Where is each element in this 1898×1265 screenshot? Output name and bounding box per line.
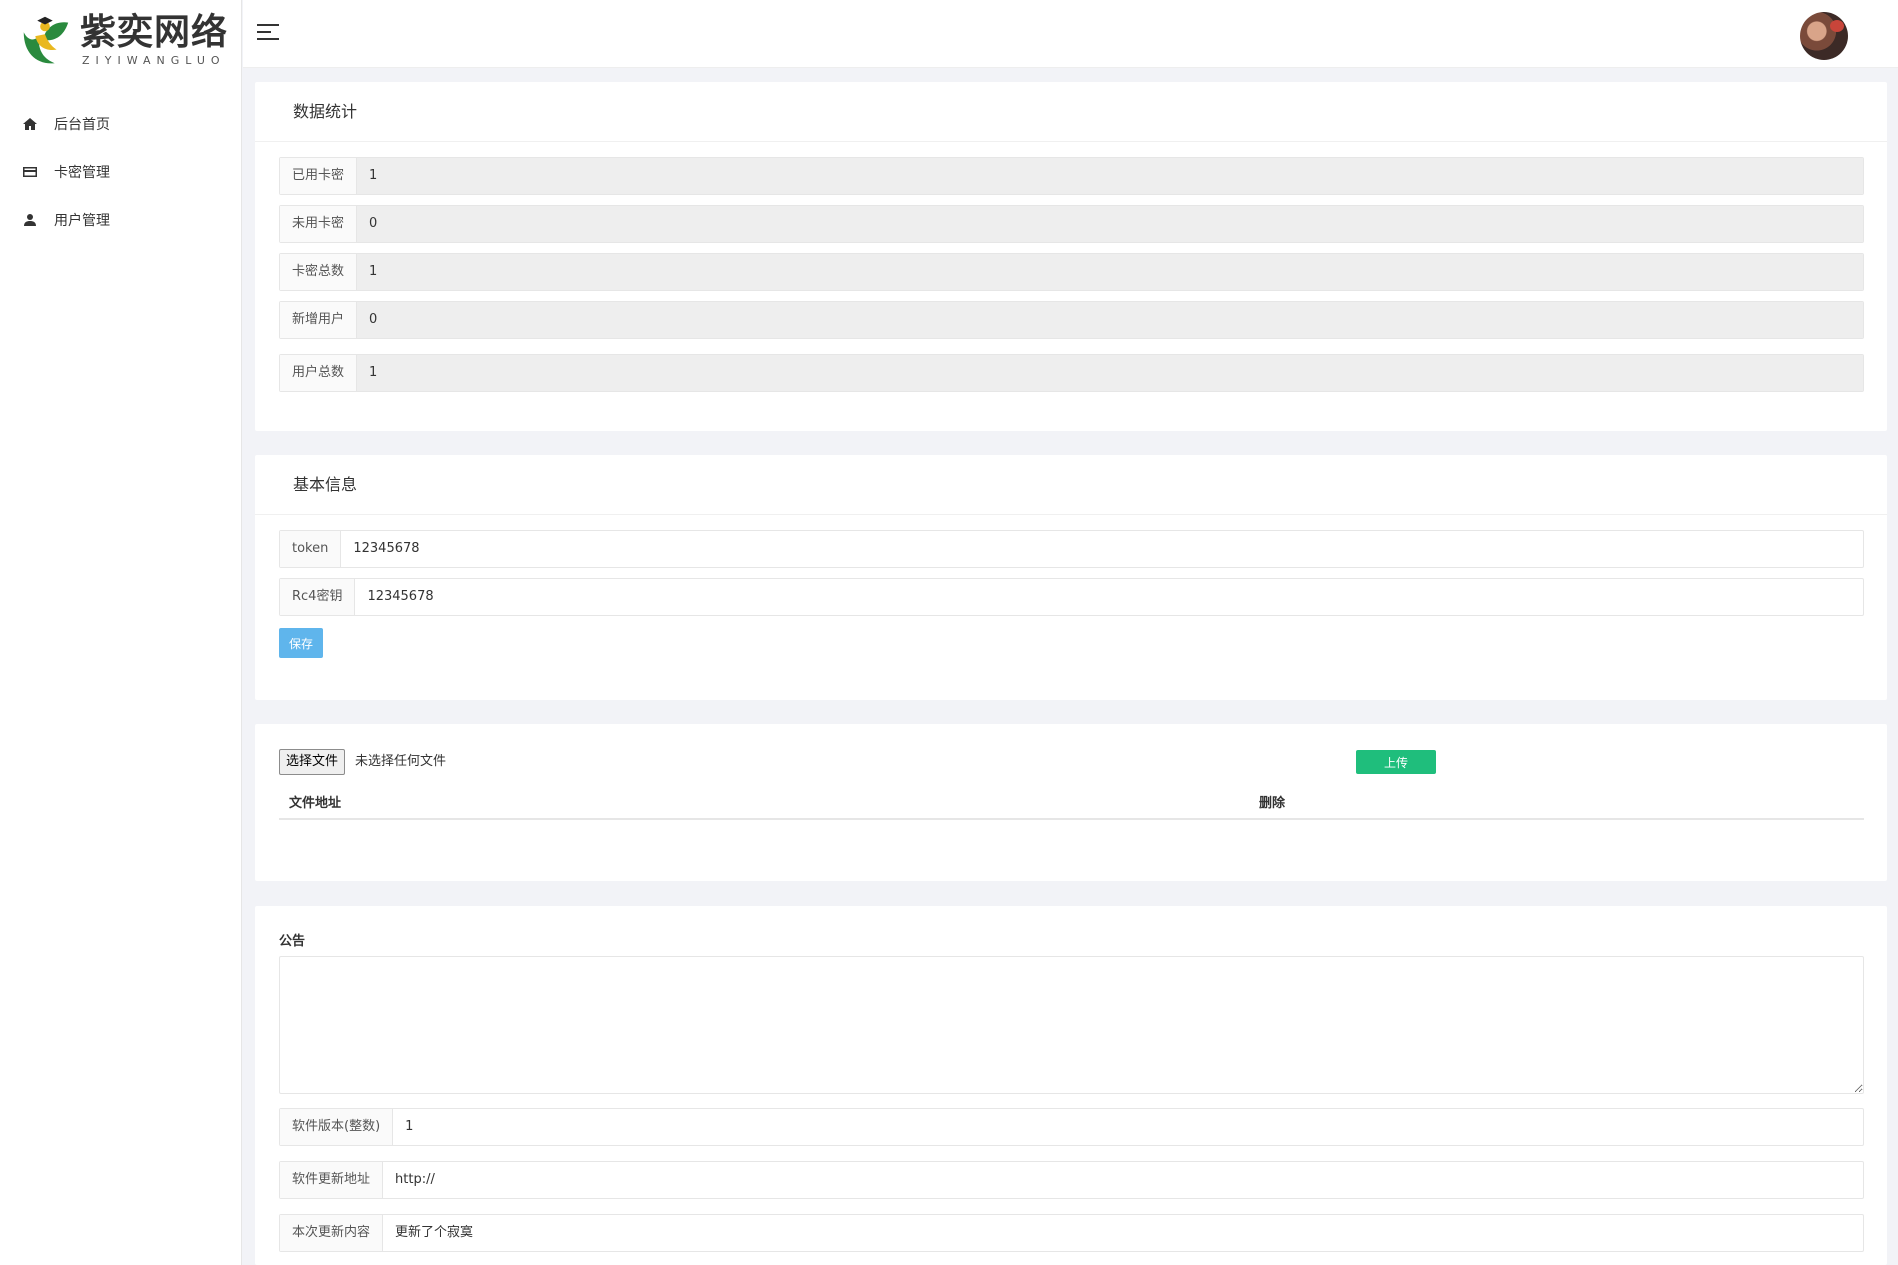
top-header (243, 0, 1898, 68)
sidebar-nav: 后台首页 卡密管理 用户管理 (0, 100, 241, 244)
notice-textarea[interactable] (279, 956, 1864, 1094)
sidebar-item-cards[interactable]: 卡密管理 (0, 148, 241, 196)
notice-label: 公告 (279, 934, 306, 949)
sidebar-item-label: 后台首页 (54, 117, 110, 133)
stats-title: 数据统计 (255, 82, 1887, 142)
update-content-field[interactable]: 本次更新内容 更新了个寂寞 (279, 1214, 1864, 1252)
version-input[interactable]: 1 (393, 1109, 1863, 1145)
sidebar: 紫奕网络 ZIYIWANGLUO 后台首页 卡密管理 用户管理 (0, 0, 242, 1265)
brand-logo[interactable]: 紫奕网络 ZIYIWANGLUO (0, 0, 241, 80)
sidebar-item-home[interactable]: 后台首页 (0, 100, 241, 148)
stat-label: 新增用户 (280, 302, 358, 338)
stat-row-total-cards: 卡密总数 1 (279, 253, 1864, 291)
card-icon (23, 167, 37, 177)
basic-info-panel: 基本信息 token 12345678 Rc4密钥 12345678 保存 (255, 455, 1887, 700)
stat-row-new-users: 新增用户 0 (279, 301, 1864, 339)
stat-value: 1 (357, 254, 1863, 290)
file-table-header: 文件地址 删除 (279, 792, 1864, 820)
avatar[interactable] (1800, 12, 1848, 60)
rc4-field[interactable]: Rc4密钥 12345678 (279, 578, 1864, 616)
save-button[interactable]: 保存 (279, 628, 323, 658)
column-header-file-path: 文件地址 (289, 796, 342, 811)
token-field[interactable]: token 12345678 (279, 530, 1864, 568)
version-label: 软件版本(整数) (280, 1109, 394, 1145)
stat-label: 用户总数 (280, 355, 358, 391)
menu-toggle-icon[interactable] (257, 24, 279, 42)
stat-value: 0 (357, 302, 1863, 338)
logo-icon (23, 16, 69, 64)
choose-file-button[interactable]: 选择文件 (279, 749, 346, 775)
stat-value: 1 (357, 158, 1863, 194)
update-url-field[interactable]: 软件更新地址 http:// (279, 1161, 1864, 1199)
token-label: token (280, 531, 342, 567)
sidebar-item-label: 卡密管理 (54, 165, 110, 181)
brand-title: 紫奕网络 (80, 11, 229, 53)
update-content-label: 本次更新内容 (280, 1215, 384, 1251)
basic-info-title: 基本信息 (255, 455, 1887, 515)
stat-label: 已用卡密 (280, 158, 358, 194)
rc4-input[interactable]: 12345678 (355, 579, 1863, 615)
user-icon (24, 214, 36, 226)
sidebar-item-users[interactable]: 用户管理 (0, 196, 241, 244)
stats-panel: 数据统计 已用卡密 1 未用卡密 0 卡密总数 1 新增用户 0 用户总数 1 (255, 82, 1887, 431)
stat-value: 0 (357, 206, 1863, 242)
update-url-label: 软件更新地址 (280, 1162, 384, 1198)
stat-label: 未用卡密 (280, 206, 358, 242)
stat-row-used: 已用卡密 1 (279, 157, 1864, 195)
version-field[interactable]: 软件版本(整数) 1 (279, 1108, 1864, 1146)
file-upload-panel: 选择文件 未选择任何文件 上传 文件地址 删除 (255, 724, 1887, 881)
file-status-text: 未选择任何文件 (355, 754, 447, 769)
column-header-delete: 删除 (1259, 796, 1286, 811)
sidebar-item-label: 用户管理 (54, 213, 110, 229)
notice-panel: 公告 软件版本(整数) 1 软件更新地址 http:// 本次更新内容 更新了个… (255, 906, 1887, 1265)
stat-label: 卡密总数 (280, 254, 358, 290)
update-url-input[interactable]: http:// (383, 1162, 1863, 1198)
update-content-input[interactable]: 更新了个寂寞 (383, 1215, 1863, 1251)
home-icon (23, 118, 37, 130)
token-input[interactable]: 12345678 (341, 531, 1863, 567)
stat-value: 1 (357, 355, 1863, 391)
upload-button[interactable]: 上传 (1356, 750, 1436, 774)
stat-row-unused: 未用卡密 0 (279, 205, 1864, 243)
stat-row-total-users: 用户总数 1 (279, 354, 1864, 392)
rc4-label: Rc4密钥 (280, 579, 356, 615)
brand-subtitle: ZIYIWANGLUO (82, 54, 226, 67)
